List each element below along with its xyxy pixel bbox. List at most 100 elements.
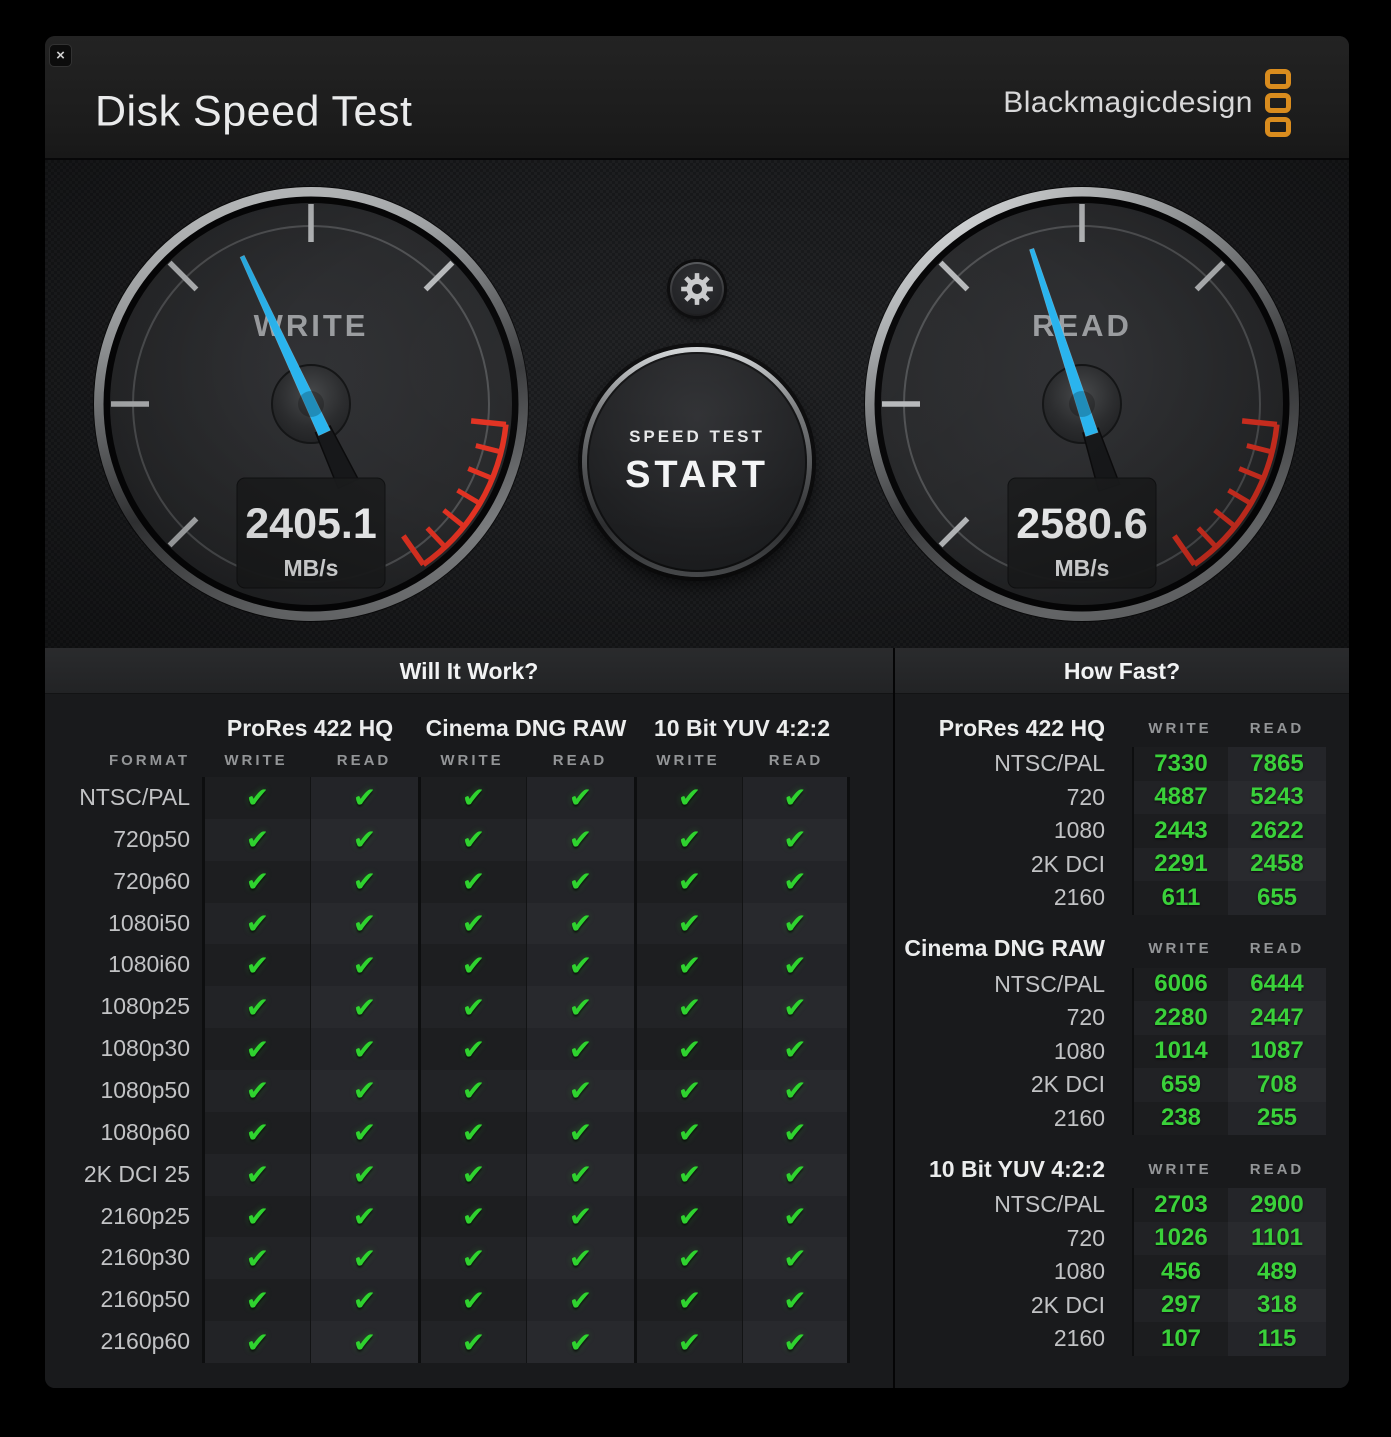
format-label: 1080p25 <box>100 993 190 1020</box>
checkmark-icon: ✔ <box>461 991 486 1023</box>
check-cell: ✔ <box>202 818 310 861</box>
check-cell: ✔ <box>418 1153 526 1196</box>
read-speed-value: 1087 <box>1228 1034 1326 1068</box>
table-row: 1080i50 ✔ ✔ ✔ ✔ ✔ ✔ <box>45 902 893 945</box>
check-cell: ✔ <box>526 986 634 1029</box>
check-cell: ✔ <box>742 1070 850 1112</box>
checkmark-icon: ✔ <box>783 991 807 1023</box>
checkmark-icon: ✔ <box>352 1159 377 1191</box>
write-column-header: WRITE <box>1148 940 1212 957</box>
check-cell: ✔ <box>742 777 850 819</box>
format-label: 2160p50 <box>100 1286 190 1313</box>
group-header-prores: ProRes 422 HQ <box>226 715 394 741</box>
screen-background: × Disk Speed Test Blackmagicdesign WRITE… <box>0 0 1391 1437</box>
group-header-yuv: 10 Bit YUV 4:2:2 <box>654 715 830 741</box>
check-cell: ✔ <box>202 860 310 903</box>
check-cell: ✔ <box>310 1195 418 1238</box>
check-cell: ✔ <box>526 1195 634 1238</box>
checkmark-icon: ✔ <box>568 991 593 1023</box>
table-row: 2160p60 ✔ ✔ ✔ ✔ ✔ ✔ <box>45 1321 893 1364</box>
check-cell: ✔ <box>526 1028 634 1071</box>
check-cell: ✔ <box>634 777 742 819</box>
read-speed-value: 5243 <box>1228 780 1326 814</box>
app-window: × Disk Speed Test Blackmagicdesign WRITE… <box>45 36 1349 1388</box>
read-speed-value: 7865 <box>1228 747 1326 781</box>
table-row: 2160p25 ✔ ✔ ✔ ✔ ✔ ✔ <box>45 1195 893 1238</box>
check-cell: ✔ <box>202 777 310 819</box>
write-speed-value: 238 <box>1132 1101 1228 1135</box>
check-cell: ✔ <box>418 944 526 987</box>
gauge-unit: MB/s <box>1055 555 1110 581</box>
logo-square-icon <box>1265 117 1291 137</box>
how-fast-sections: ProRes 422 HQ WRITE READ NTSC/PAL 7330 7865 72… <box>895 709 1349 1356</box>
resolution-label: NTSC/PAL <box>994 1191 1105 1217</box>
check-cell: ✔ <box>526 902 634 945</box>
settings-button[interactable] <box>670 262 724 316</box>
check-cell: ✔ <box>526 1321 634 1364</box>
check-cell: ✔ <box>202 1028 310 1071</box>
resolution-label: 2K DCI <box>1030 1291 1105 1318</box>
read-column-header: READ <box>1249 719 1305 737</box>
checkmark-icon: ✔ <box>245 949 270 981</box>
gauge-unit: MB/s <box>284 555 339 581</box>
checkmark-icon: ✔ <box>677 908 702 939</box>
brand-name: Blackmagicdesign <box>1003 86 1253 119</box>
close-button[interactable]: × <box>49 44 72 67</box>
write-speed-value: 611 <box>1132 881 1228 915</box>
check-cell: ✔ <box>418 777 526 819</box>
checkmark-icon: ✔ <box>783 1159 807 1191</box>
check-cell: ✔ <box>202 1070 310 1112</box>
gauge-value: 2580.6 <box>1016 500 1148 548</box>
checkmark-icon: ✔ <box>245 782 270 814</box>
codec-name: ProRes 422 HQ <box>938 714 1105 741</box>
write-speed-value: 659 <box>1132 1068 1228 1102</box>
read-speed-value: 708 <box>1228 1068 1326 1102</box>
codec-name: 10 Bit YUV 4:2:2 <box>929 1155 1105 1182</box>
check-cell: ✔ <box>202 944 310 987</box>
write-column-header: WRITE <box>440 752 504 769</box>
checkmark-icon: ✔ <box>677 1242 702 1274</box>
checkmark-icon: ✔ <box>352 1284 377 1316</box>
table-row: 720p60 ✔ ✔ ✔ ✔ ✔ ✔ <box>45 860 893 903</box>
checkmark-icon: ✔ <box>461 1326 486 1358</box>
checkmark-icon: ✔ <box>568 782 593 814</box>
checkmark-icon: ✔ <box>352 824 377 856</box>
checkmark-icon: ✔ <box>677 1201 702 1233</box>
start-button[interactable]: SPEED TEST START <box>582 347 812 577</box>
checkmark-icon: ✔ <box>461 1159 486 1191</box>
speed-row: 2160 107 115 <box>895 1322 1349 1356</box>
check-cell: ✔ <box>634 902 742 945</box>
checkmark-icon: ✔ <box>568 866 593 898</box>
write-gauge: WRITE 2405.1 MB/s <box>91 184 531 624</box>
checkmark-icon: ✔ <box>568 908 593 939</box>
check-cell: ✔ <box>310 1153 418 1196</box>
check-cell: ✔ <box>202 1195 310 1238</box>
checkmark-icon: ✔ <box>352 908 377 939</box>
checkmark-icon: ✔ <box>352 1033 377 1065</box>
write-speed-value: 1014 <box>1132 1034 1228 1068</box>
check-cell: ✔ <box>742 1237 850 1280</box>
check-cell: ✔ <box>310 986 418 1029</box>
gauge-value: 2405.1 <box>245 500 377 548</box>
read-column-header: READ <box>552 752 608 769</box>
checkmark-icon: ✔ <box>568 1284 593 1316</box>
read-column-header: READ <box>336 752 392 769</box>
checkmark-icon: ✔ <box>568 1201 593 1233</box>
checkmark-icon: ✔ <box>245 1242 270 1274</box>
check-cell: ✔ <box>742 1195 850 1238</box>
checkmark-icon: ✔ <box>352 1117 377 1149</box>
checkmark-icon: ✔ <box>352 1201 377 1233</box>
checkmark-icon: ✔ <box>461 782 486 814</box>
check-cell: ✔ <box>634 986 742 1029</box>
speed-row: 2K DCI 2291 2458 <box>895 847 1349 881</box>
codec-group-headers: ProRes 422 HQ Cinema DNG RAW 10 Bit YUV … <box>45 694 893 744</box>
format-label: NTSC/PAL <box>79 784 190 810</box>
checkmark-icon: ✔ <box>677 782 702 814</box>
checkmark-icon: ✔ <box>783 908 807 939</box>
logo-square-icon <box>1265 93 1291 113</box>
check-cell: ✔ <box>202 1279 310 1322</box>
table-row: NTSC/PAL ✔ ✔ ✔ ✔ ✔ ✔ <box>45 777 893 819</box>
checkmark-icon: ✔ <box>677 824 702 856</box>
table-row: 1080p60 ✔ ✔ ✔ ✔ ✔ ✔ <box>45 1111 893 1154</box>
check-cell: ✔ <box>310 777 418 819</box>
